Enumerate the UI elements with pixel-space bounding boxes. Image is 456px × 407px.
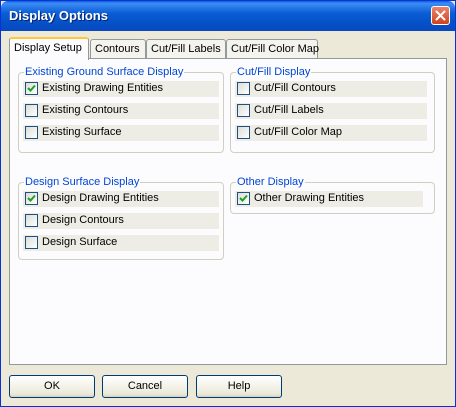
title-bar[interactable]: Display Options bbox=[1, 1, 455, 31]
checkbox-design-surface[interactable]: Design Surface bbox=[23, 235, 219, 251]
checkbox-label: Design Drawing Entities bbox=[42, 192, 159, 204]
checkbox-existing-surface[interactable]: Existing Surface bbox=[23, 125, 219, 141]
checkbox-box[interactable] bbox=[237, 82, 250, 95]
checkbox-box[interactable] bbox=[25, 82, 38, 95]
group-other: Other Display Other Drawing Entities bbox=[230, 176, 435, 214]
checkbox-label: Cut/Fill Labels bbox=[254, 104, 324, 116]
checkbox-other-drawing-entities[interactable]: Other Drawing Entities bbox=[235, 191, 423, 207]
group-existing-ground: Existing Ground Surface Display Existing… bbox=[18, 66, 224, 153]
checkbox-cut-fill-color-map[interactable]: Cut/Fill Color Map bbox=[235, 125, 427, 141]
tab-contours[interactable]: Contours bbox=[90, 39, 146, 58]
tab-panel-display-setup: Existing Ground Surface Display Existing… bbox=[9, 58, 447, 365]
checkbox-box[interactable] bbox=[25, 236, 38, 249]
checkbox-box[interactable] bbox=[25, 104, 38, 117]
group-cut-fill: Cut/Fill Display Cut/Fill Contours Cut/F… bbox=[230, 66, 435, 153]
checkbox-existing-contours[interactable]: Existing Contours bbox=[23, 103, 219, 119]
ok-button[interactable]: OK bbox=[9, 375, 95, 398]
checkbox-box[interactable] bbox=[237, 192, 250, 205]
checkbox-label: Other Drawing Entities bbox=[254, 192, 365, 204]
cancel-button[interactable]: Cancel bbox=[102, 375, 188, 398]
display-options-dialog: Display Options Display Setup Contours C… bbox=[0, 0, 456, 407]
checkbox-cut-fill-contours[interactable]: Cut/Fill Contours bbox=[235, 81, 427, 97]
group-title-existing-ground: Existing Ground Surface Display bbox=[24, 66, 185, 78]
close-button[interactable] bbox=[431, 6, 450, 25]
checkmark-icon bbox=[27, 194, 36, 202]
checkbox-label: Design Contours bbox=[42, 214, 124, 226]
checkbox-box[interactable] bbox=[237, 104, 250, 117]
group-title-other: Other Display bbox=[236, 176, 305, 188]
group-design-surface: Design Surface Display Design Drawing En… bbox=[18, 176, 224, 260]
close-icon bbox=[435, 10, 446, 21]
checkbox-label: Existing Surface bbox=[42, 126, 122, 138]
checkmark-icon bbox=[27, 84, 36, 92]
checkbox-label: Design Surface bbox=[42, 236, 118, 248]
checkbox-box[interactable] bbox=[25, 214, 38, 227]
checkbox-box[interactable] bbox=[237, 126, 250, 139]
help-button[interactable]: Help bbox=[196, 375, 282, 398]
group-title-design-surface: Design Surface Display bbox=[24, 176, 141, 188]
tab-cut-fill-labels[interactable]: Cut/Fill Labels bbox=[146, 39, 226, 58]
checkbox-cut-fill-labels[interactable]: Cut/Fill Labels bbox=[235, 103, 427, 119]
tab-cut-fill-color-map[interactable]: Cut/Fill Color Map bbox=[226, 39, 319, 58]
checkbox-design-contours[interactable]: Design Contours bbox=[23, 213, 219, 229]
checkbox-design-drawing-entities[interactable]: Design Drawing Entities bbox=[23, 191, 219, 207]
checkbox-label: Cut/Fill Color Map bbox=[254, 126, 343, 138]
group-title-cut-fill: Cut/Fill Display bbox=[236, 66, 312, 78]
checkbox-label: Existing Drawing Entities bbox=[42, 82, 164, 94]
checkbox-label: Cut/Fill Contours bbox=[254, 82, 336, 94]
checkbox-box[interactable] bbox=[25, 192, 38, 205]
checkmark-icon bbox=[239, 194, 248, 202]
checkbox-label: Existing Contours bbox=[42, 104, 129, 116]
tab-display-setup[interactable]: Display Setup bbox=[9, 37, 89, 60]
checkbox-box[interactable] bbox=[25, 126, 38, 139]
checkbox-existing-drawing-entities[interactable]: Existing Drawing Entities bbox=[23, 81, 219, 97]
dialog-title: Display Options bbox=[9, 8, 108, 23]
